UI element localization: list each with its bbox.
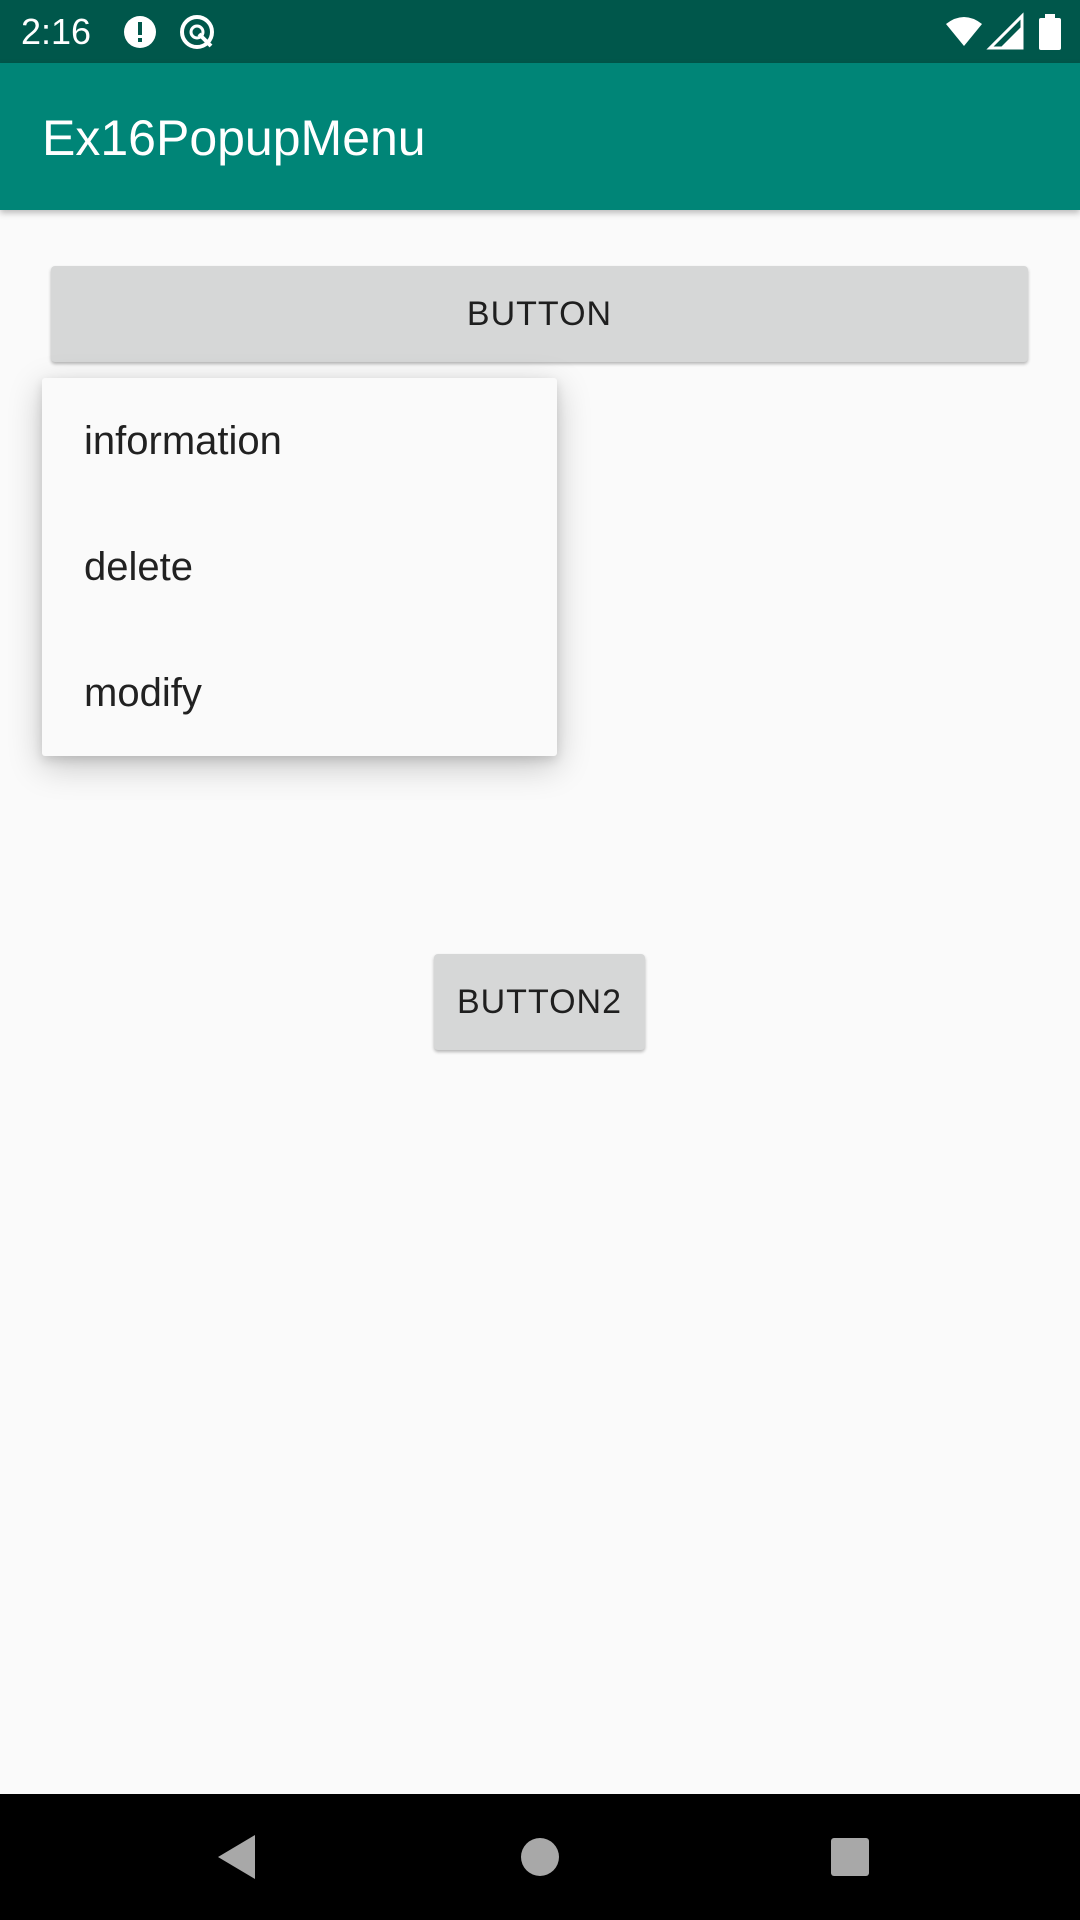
screen: 2:16 Ex16PopupMenu BUTTON BUTTON2 inform…	[0, 0, 1080, 1920]
status-time: 2:16	[21, 11, 92, 52]
recents-icon[interactable]	[810, 1817, 890, 1897]
home-icon[interactable]	[500, 1817, 580, 1897]
navigation-bar	[0, 1794, 1080, 1920]
button[interactable]: BUTTON	[51, 266, 1028, 362]
battery-icon	[1030, 12, 1070, 52]
menu-item-information[interactable]: information	[42, 378, 557, 504]
status-bar: 2:16	[0, 0, 1080, 63]
button2[interactable]: BUTTON2	[434, 954, 645, 1050]
wifi-icon	[944, 12, 984, 52]
data-saver-icon	[177, 12, 217, 52]
app-title: Ex16PopupMenu	[42, 110, 426, 166]
signal-icon	[986, 12, 1026, 52]
back-icon[interactable]	[200, 1817, 280, 1897]
app-bar: Ex16PopupMenu	[0, 63, 1080, 210]
popup-menu: information delete modify	[42, 378, 557, 756]
alert-icon	[120, 12, 160, 52]
menu-item-modify[interactable]: modify	[42, 630, 557, 756]
menu-item-delete[interactable]: delete	[42, 504, 557, 630]
